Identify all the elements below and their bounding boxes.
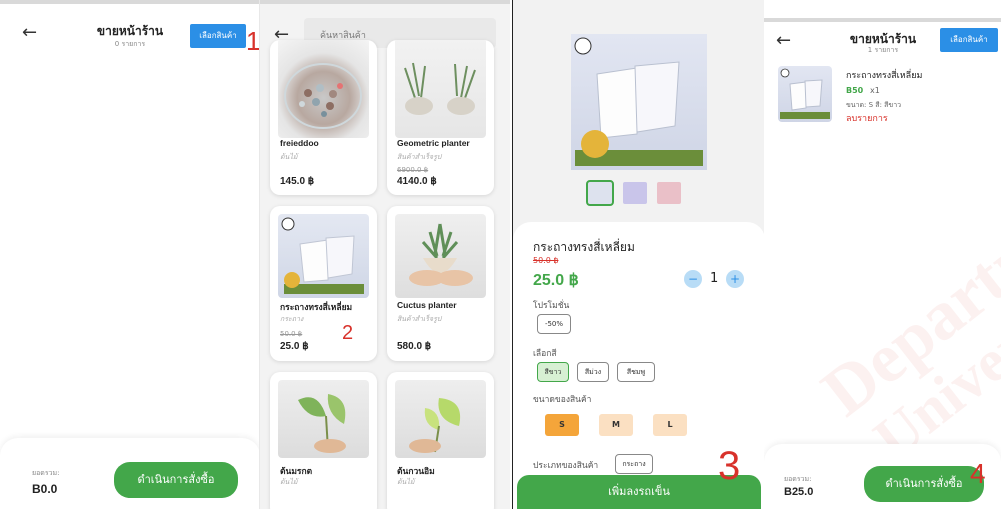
size-option-s[interactable]: S — [545, 414, 579, 436]
cart-item-image — [778, 66, 832, 122]
product-price: 580.0 ฿ — [397, 341, 432, 352]
product-card[interactable]: ต้นมรกต ต้นไม้ — [270, 372, 377, 509]
product-old-price: 6900.0 ฿ — [397, 166, 429, 174]
product-name: Cuctus planter — [397, 300, 457, 310]
product-category: ต้นไม้ — [397, 478, 415, 486]
status-bar — [260, 0, 510, 4]
size-option-m[interactable]: M — [599, 414, 633, 436]
size-option-l[interactable]: L — [653, 414, 687, 436]
cart-item-detail: ขนาด: S สี: สีขาว — [846, 101, 902, 109]
remove-item-link[interactable]: ลบรายการ — [846, 111, 888, 125]
product-image — [278, 214, 369, 298]
cart-item-name: กระถางทรงสี่เหลี่ยม — [846, 71, 923, 81]
panel-empty-cart: ← ขายหน้าร้าน 0 รายการ เลือกสินค้า 1 ยอด… — [0, 0, 260, 509]
product-card[interactable]: Cuctus planter สินค้าสำเร็จรูป 580.0 ฿ — [387, 206, 494, 361]
item-count: 0 รายการ — [114, 40, 146, 48]
step-marker: 3 — [718, 444, 741, 488]
type-label: ประเภทของสินค้า — [533, 461, 599, 471]
checkout-bar: ยอดรวม: B0.0 ดำเนินการสั่งซื้อ — [0, 438, 259, 509]
product-card[interactable]: freieddoo ต้นไม้ 145.0 ฿ — [270, 40, 377, 195]
back-arrow-icon[interactable]: ← — [22, 22, 37, 43]
product-name: Geometric planter — [397, 138, 470, 148]
cart-item-qty: x1 — [870, 86, 880, 95]
product-image — [395, 380, 486, 458]
product-name: ต้นมรกต — [280, 466, 313, 476]
product-name: กระถางทรงสี่เหลี่ยม — [533, 240, 635, 254]
type-chip: กระถาง — [615, 454, 653, 474]
status-bar — [764, 18, 1001, 22]
total-value: B0.0 — [32, 482, 58, 496]
decrease-qty-button[interactable]: − — [684, 270, 702, 288]
product-image — [278, 380, 369, 458]
thumbnail-white[interactable] — [586, 180, 614, 206]
square-pot-icon — [574, 37, 703, 166]
product-main-image — [571, 34, 707, 170]
step-marker: 4 — [970, 458, 986, 489]
color-option-pink[interactable]: สีชมพู — [617, 362, 655, 382]
product-image — [395, 40, 486, 138]
product-card[interactable]: กระถางทรงสี่เหลี่ยม กระถาง 50.0 ฿ 25.0 ฿… — [270, 206, 377, 361]
item-count: 1 รายการ — [867, 46, 899, 54]
checkout-bar: ยอดรวม: B25.0 ดำเนินการสั่งซื้อ 4 — [764, 444, 1001, 509]
air-plant-icon — [404, 62, 476, 115]
product-name: freieddoo — [280, 138, 319, 148]
leaf-plant-icon — [409, 398, 461, 453]
leaf-plant-icon — [298, 394, 346, 453]
product-card[interactable]: Geometric planter สินค้าสำเร็จรูป 6900.0… — [387, 40, 494, 195]
product-category: ต้นไม้ — [280, 153, 298, 161]
square-pot-icon — [281, 217, 364, 294]
product-category: กระถาง — [280, 315, 304, 323]
checkout-button[interactable]: ดำเนินการสั่งซื้อ — [864, 466, 984, 502]
product-old-price: 50.0 ฿ — [533, 256, 559, 265]
color-option-purple[interactable]: สีม่วง — [577, 362, 609, 382]
color-option-white[interactable]: สีขาว — [537, 362, 569, 382]
step-marker: 2 — [342, 322, 354, 344]
status-bar — [0, 0, 259, 4]
product-category: สินค้าสำเร็จรูป — [397, 153, 442, 161]
increase-qty-button[interactable]: + — [726, 270, 744, 288]
back-arrow-icon[interactable]: ← — [776, 30, 791, 51]
total-label: ยอดรวม: — [784, 475, 812, 483]
product-price: 25.0 ฿ — [533, 272, 579, 289]
product-price: 25.0 ฿ — [280, 341, 309, 352]
promotion-label: โปรโมชั่น — [533, 301, 570, 311]
select-product-button[interactable]: เลือกสินค้า — [940, 28, 998, 52]
color-label: เลือกสี — [533, 349, 557, 359]
square-pot-icon — [780, 68, 830, 119]
cactus-pot-icon — [409, 223, 473, 286]
thumbnail-purple[interactable] — [623, 182, 647, 204]
checkout-button[interactable]: ดำเนินการสั่งซื้อ — [114, 462, 238, 498]
step-marker: 1 — [246, 26, 260, 56]
product-image — [395, 214, 486, 298]
product-name: กระถางทรงสี่เหลี่ยม — [280, 302, 353, 312]
select-product-button[interactable]: เลือกสินค้า — [190, 24, 246, 48]
product-name: ต้นกวนอิม — [397, 466, 435, 476]
product-card[interactable]: ต้นกวนอิม ต้นไม้ — [387, 372, 494, 509]
product-price: 4140.0 ฿ — [397, 176, 437, 187]
pebble-jar-icon — [284, 63, 362, 129]
product-price: 145.0 ฿ — [280, 176, 315, 187]
product-old-price: 50.0 ฿ — [280, 330, 303, 338]
product-category: สินค้าสำเร็จรูป — [397, 315, 442, 323]
product-image — [278, 40, 369, 138]
panel-product-detail: กระถางทรงสี่เหลี่ยม 50.0 ฿ 25.0 ฿ − 1 + … — [512, 0, 764, 509]
panel-product-catalog: ← ค้นหาสินค้า freieddoo ต้นไม้ 145.0 ฿ G… — [260, 0, 510, 509]
thumbnail-pink[interactable] — [657, 182, 681, 204]
product-category: ต้นไม้ — [280, 478, 298, 486]
total-value: B25.0 — [784, 486, 814, 498]
size-label: ขนาดของสินค้า — [533, 395, 592, 405]
panel-cart: Department University ← ขายหน้าร้าน 1 รา… — [764, 0, 1001, 509]
promotion-chip: -50% — [537, 314, 571, 334]
cart-item-price: B50 — [846, 86, 864, 95]
quantity-value: 1 — [710, 271, 719, 286]
total-label: ยอดรวม: — [32, 469, 60, 477]
